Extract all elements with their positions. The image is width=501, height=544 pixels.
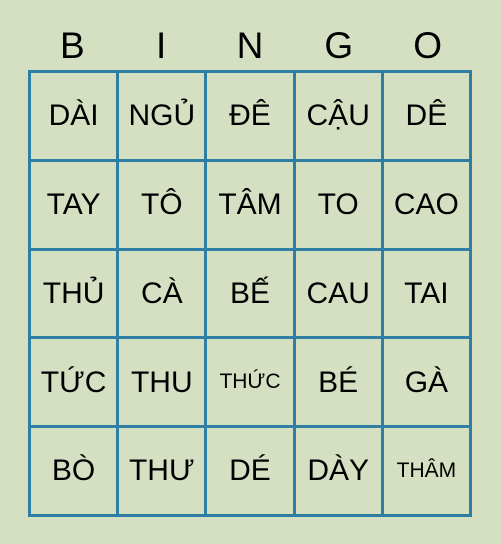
bingo-cell-label: CẬU — [306, 99, 370, 133]
bingo-card: B I N G O DÀI NGỦ ĐÊ CẬU DÊ TAY TÔ TÂM T… — [0, 0, 501, 544]
bingo-cell[interactable]: NGỦ — [119, 73, 208, 162]
bingo-grid: DÀI NGỦ ĐÊ CẬU DÊ TAY TÔ TÂM TO CAO THỦ … — [28, 70, 472, 517]
bingo-cell[interactable]: BẾ — [207, 250, 296, 340]
bingo-cell-label: THƯ — [128, 454, 195, 488]
bingo-cell-label: THỦ — [42, 276, 105, 310]
bingo-cell-label: ĐÊ — [229, 99, 271, 133]
bingo-cell[interactable]: TO — [295, 161, 384, 251]
bingo-cell[interactable]: CÀ — [119, 250, 208, 340]
bingo-cell[interactable]: CAU — [295, 250, 384, 340]
bingo-cell[interactable]: THƯ — [119, 428, 208, 517]
bingo-cell[interactable]: TÂM — [207, 161, 296, 251]
bingo-header-letter-i: I — [156, 24, 167, 66]
bingo-cell[interactable]: THÂM — [383, 428, 472, 517]
bingo-cell[interactable]: TÔ — [119, 161, 208, 251]
bingo-cell[interactable]: TỨC — [31, 339, 120, 429]
bingo-cell[interactable]: DÀI — [31, 73, 120, 162]
bingo-cell-label: DÉ — [229, 454, 271, 488]
bingo-cell-label: DÊ — [405, 99, 448, 133]
bingo-cell-label: DÀI — [48, 99, 99, 133]
bingo-cell-label: CÀ — [140, 276, 183, 310]
bingo-cell-label: TAY — [46, 187, 101, 221]
bingo-cell[interactable]: TAY — [31, 161, 120, 251]
bingo-cell[interactable]: DÀY — [295, 428, 384, 517]
bingo-cell-label: TÔ — [140, 187, 183, 221]
bingo-cell-label: TỨC — [40, 365, 107, 399]
bingo-cell-label: THU — [130, 365, 193, 399]
bingo-header-letter-b: B — [60, 24, 85, 66]
bingo-cell[interactable]: THỨC — [207, 339, 296, 429]
bingo-header-letter-n: N — [236, 24, 264, 66]
bingo-cell-label: TÂM — [218, 187, 282, 221]
bingo-cell[interactable]: DÉ — [207, 428, 296, 517]
bingo-cell-label: THỨC — [219, 370, 281, 394]
bingo-cell-label: BẾ — [229, 276, 270, 310]
bingo-header-letter-g: G — [324, 24, 354, 66]
bingo-cell[interactable]: ĐÊ — [207, 73, 296, 162]
bingo-cell[interactable]: GÀ — [383, 339, 472, 429]
bingo-cell-label: TAI — [404, 276, 449, 310]
bingo-cell[interactable]: TAI — [383, 250, 472, 340]
bingo-cell[interactable]: THỦ — [31, 250, 120, 340]
bingo-cell-label: NGỦ — [128, 99, 196, 133]
bingo-header-letter-o: O — [413, 24, 442, 66]
bingo-cell-label: CAU — [306, 276, 370, 310]
bingo-cell-label: BÉ — [318, 365, 359, 399]
bingo-cell[interactable]: CẬU — [295, 73, 384, 162]
bingo-cell[interactable]: BÒ — [31, 428, 120, 517]
bingo-cell-label: GÀ — [404, 365, 449, 399]
bingo-cell[interactable]: THU — [119, 339, 208, 429]
bingo-cell[interactable]: BÉ — [295, 339, 384, 429]
bingo-cell-label: DÀY — [307, 454, 370, 488]
bingo-cell[interactable]: CAO — [383, 161, 472, 251]
bingo-cell-label: TO — [317, 187, 359, 221]
bingo-cell-label: CAO — [393, 187, 459, 221]
bingo-cell[interactable]: DÊ — [383, 73, 472, 162]
bingo-cell-label: BÒ — [51, 454, 96, 488]
bingo-cell-label: THÂM — [396, 459, 457, 483]
bingo-header-row: B I N G O — [28, 22, 472, 68]
